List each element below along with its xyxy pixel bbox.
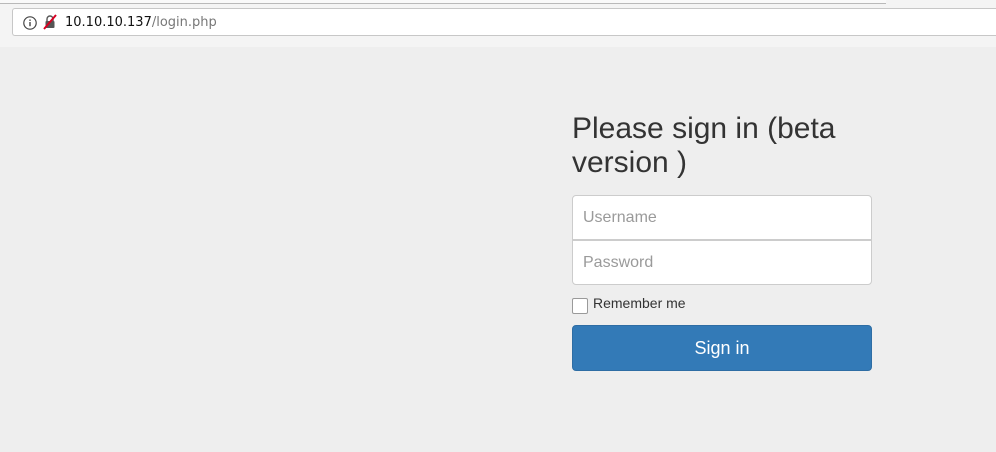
page-title: Please sign in (beta version ) (572, 112, 836, 179)
sign-in-button[interactable]: Sign in (572, 325, 872, 371)
username-input[interactable] (572, 195, 872, 240)
url-path: /login.php (151, 15, 217, 30)
info-icon[interactable] (22, 15, 38, 31)
address-bar[interactable]: 10.10.10.137/login.php (12, 8, 996, 36)
password-input[interactable] (572, 240, 872, 285)
login-form: Please sign in (beta version ) Remember … (572, 112, 872, 371)
insecure-lock-icon[interactable] (42, 14, 58, 30)
remember-me-checkbox[interactable] (572, 298, 588, 314)
browser-toolbar: 10.10.10.137/login.php (0, 0, 996, 47)
remember-me-row[interactable]: Remember me (572, 295, 686, 314)
remember-me-label: Remember me (593, 295, 686, 311)
toolbar-top-edge (0, 0, 886, 4)
url-host: 10.10.10.137 (65, 15, 152, 30)
url-text[interactable]: 10.10.10.137/login.php (65, 15, 217, 30)
